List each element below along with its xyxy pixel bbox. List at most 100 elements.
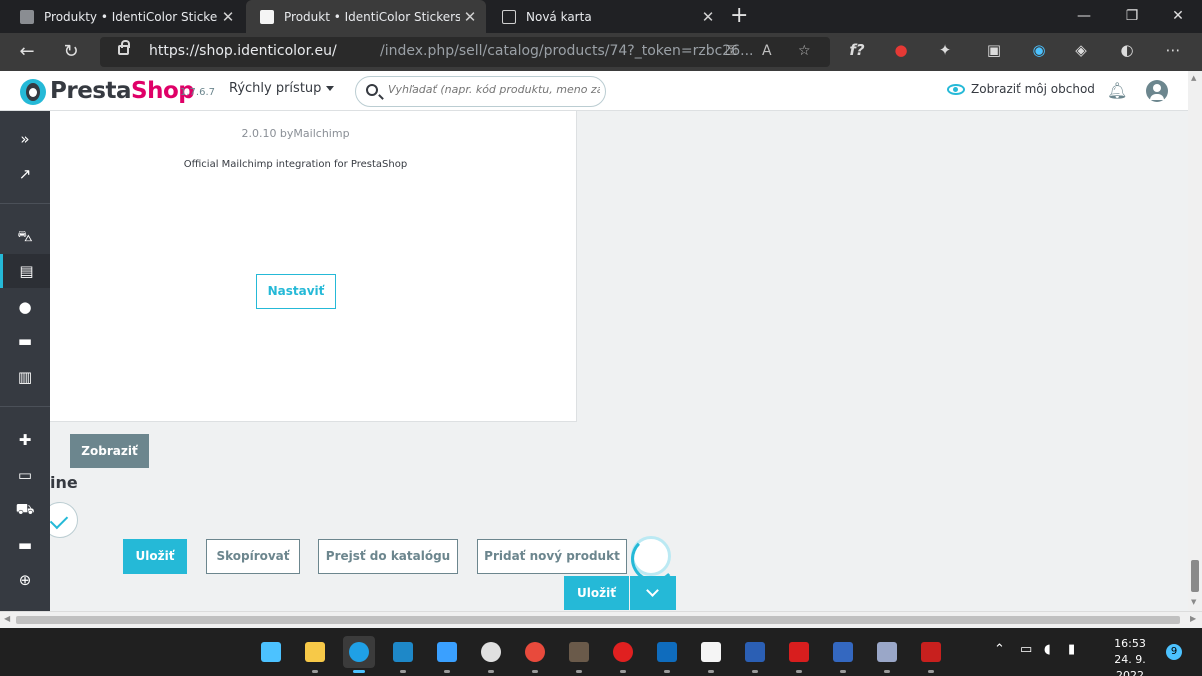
read-aloud-icon[interactable]: A	[762, 43, 772, 59]
math-extension-icon[interactable]: ▣	[983, 41, 1005, 59]
taskbar-natural-art-icon[interactable]	[563, 636, 595, 673]
save-button[interactable]: Uložiť	[123, 539, 187, 574]
taskbar-clock-app-icon[interactable]	[475, 636, 507, 673]
browser-tab-new[interactable]: Nová karta ✕	[488, 0, 724, 33]
scroll-up-icon[interactable]: ▲	[1191, 74, 1196, 82]
minimize-icon[interactable]: —	[1060, 0, 1108, 33]
more-menu-icon[interactable]: ⋯	[1162, 41, 1184, 59]
taskbar-clock[interactable]: 16:53 24. 9. 2022	[1100, 636, 1160, 676]
taskbar-filezilla-like-icon[interactable]	[827, 636, 859, 673]
browser-tab-product[interactable]: Produkt • IdentiColor Stickers ✕	[246, 0, 486, 33]
display-icon[interactable]: ▭	[1020, 642, 1032, 657]
taskbar-media-player-icon[interactable]	[607, 636, 639, 673]
back-icon[interactable]: ←	[12, 37, 42, 67]
taskbar-notepad-icon[interactable]	[695, 636, 727, 673]
notifications-bell-icon[interactable]: 🔔︎	[1107, 81, 1127, 101]
tab-favicon-icon	[260, 9, 274, 24]
sidebar-divider	[0, 203, 50, 204]
configure-button[interactable]: Nastaviť	[256, 274, 336, 309]
collapse-sidebar-icon[interactable]: »	[0, 122, 50, 156]
scroll-right-icon[interactable]: ▶	[1190, 614, 1196, 623]
close-window-icon[interactable]: ✕	[1154, 0, 1202, 33]
screenshot-icon[interactable]: ◈	[1070, 41, 1092, 59]
payment-card-icon[interactable]: ▬	[0, 528, 50, 562]
taskbar-filezilla-icon[interactable]	[915, 636, 947, 673]
browser-tab-products[interactable]: Produkty • IdentiColor Stickers ✕	[6, 0, 244, 33]
vertical-scrollbar[interactable]: ▲ ▼	[1188, 71, 1202, 611]
dashboard-icon[interactable]: ↗	[0, 157, 50, 191]
tray-chevron-icon[interactable]: ⌃	[994, 642, 1005, 657]
modules-puzzle-icon[interactable]: ✚	[0, 423, 50, 457]
running-indicator	[796, 670, 802, 673]
customers-icon[interactable]: ●	[0, 290, 50, 324]
profile-avatar-icon[interactable]: ◐	[1116, 41, 1138, 59]
save-split-main-button[interactable]: Uložiť	[564, 576, 629, 610]
formula-extension-icon[interactable]: f?	[846, 41, 868, 59]
running-indicator	[576, 670, 582, 673]
chevron-down-icon[interactable]	[630, 576, 676, 610]
taskbar-outlook-icon[interactable]	[651, 636, 683, 673]
prestashop-logo-icon[interactable]	[20, 79, 46, 105]
running-indicator	[532, 670, 538, 673]
horizontal-scroll-thumb[interactable]	[16, 616, 1180, 624]
volume-icon[interactable]: ◖	[1044, 642, 1051, 657]
running-indicator	[400, 670, 406, 673]
taskbar-start-icon[interactable]	[255, 636, 287, 668]
refresh-icon[interactable]: ↻	[56, 37, 86, 67]
search-input[interactable]	[388, 83, 600, 96]
stop-extension-icon[interactable]: ●	[890, 41, 912, 59]
add-new-product-button[interactable]: Pridať nový produkt	[477, 539, 627, 574]
taskbar-acrobat-icon[interactable]	[783, 636, 815, 673]
clock-date: 24. 9. 2022	[1114, 653, 1146, 676]
customer-service-icon[interactable]: ▬	[0, 324, 50, 358]
taskbar-tv-app-icon[interactable]	[387, 636, 419, 673]
stats-icon[interactable]: ▥	[0, 360, 50, 394]
taskbar-word-icon[interactable]	[739, 636, 771, 673]
loading-spinner	[631, 536, 677, 582]
duplicate-button[interactable]: Skopírovať	[206, 539, 300, 574]
search-icon[interactable]	[366, 84, 378, 96]
view-shop-link[interactable]: Zobraziť môj obchod	[947, 82, 1095, 96]
maximize-icon[interactable]: ❐	[1108, 0, 1156, 33]
file-explorer-glyph	[305, 642, 325, 662]
horizontal-scrollbar[interactable]: ◀ ▶	[0, 611, 1202, 627]
browser-toolbar: ← ↻ https://shop.identicolor.eu/ /index.…	[0, 33, 1202, 71]
design-monitor-icon[interactable]: ▭	[0, 458, 50, 492]
shipping-truck-icon[interactable]: ⛟	[0, 493, 50, 527]
favorite-icon[interactable]: ☆	[798, 43, 811, 59]
search-form[interactable]	[355, 76, 606, 107]
close-icon[interactable]: ✕	[698, 8, 718, 26]
taskbar-file-explorer-icon[interactable]	[299, 636, 331, 673]
user-account-icon[interactable]	[1146, 80, 1168, 102]
go-to-catalog-button[interactable]: Prejsť do katalógu	[318, 539, 458, 574]
extensions-icon[interactable]: ✦	[934, 41, 956, 59]
running-indicator	[353, 670, 365, 673]
online-toggle-check[interactable]	[50, 502, 78, 538]
close-icon[interactable]: ✕	[460, 8, 480, 26]
running-indicator	[312, 670, 318, 673]
taskbar-inkscape-icon[interactable]	[871, 636, 903, 673]
taskbar-edge-icon[interactable]	[343, 636, 375, 673]
quick-access-dropdown[interactable]: Rýchly prístup	[229, 81, 335, 96]
notification-badge[interactable]: 9	[1166, 644, 1182, 660]
taskbar-infinity-app-icon[interactable]	[431, 636, 463, 673]
windows-taskbar: ⌃ ▭ ◖ ▮ 16:53 24. 9. 2022 9	[0, 628, 1202, 676]
orders-basket-icon[interactable]: ⛍	[0, 220, 50, 254]
scroll-left-icon[interactable]: ◀	[4, 614, 10, 623]
taskbar-weather-app-icon[interactable]	[519, 636, 551, 673]
catalog-store-icon[interactable]: ▤	[0, 254, 50, 288]
edge-collections-icon[interactable]: ◉	[1028, 41, 1050, 59]
close-icon[interactable]: ✕	[218, 8, 238, 26]
vertical-scroll-thumb[interactable]	[1191, 560, 1199, 592]
prestashop-logo[interactable]: PrestaShop	[50, 78, 195, 104]
address-bar[interactable]: https://shop.identicolor.eu/ /index.php/…	[100, 37, 830, 67]
battery-icon[interactable]: ▮	[1068, 642, 1075, 657]
new-tab-icon[interactable]: +	[730, 3, 748, 28]
edge-glyph	[349, 642, 369, 662]
running-indicator	[620, 670, 626, 673]
international-globe-icon[interactable]: ⊕	[0, 563, 50, 597]
show-button[interactable]: Zobraziť	[70, 434, 149, 468]
key-icon[interactable]: ⚿	[726, 43, 737, 59]
scroll-down-icon[interactable]: ▼	[1191, 598, 1196, 606]
filezilla-like-glyph	[833, 642, 853, 662]
